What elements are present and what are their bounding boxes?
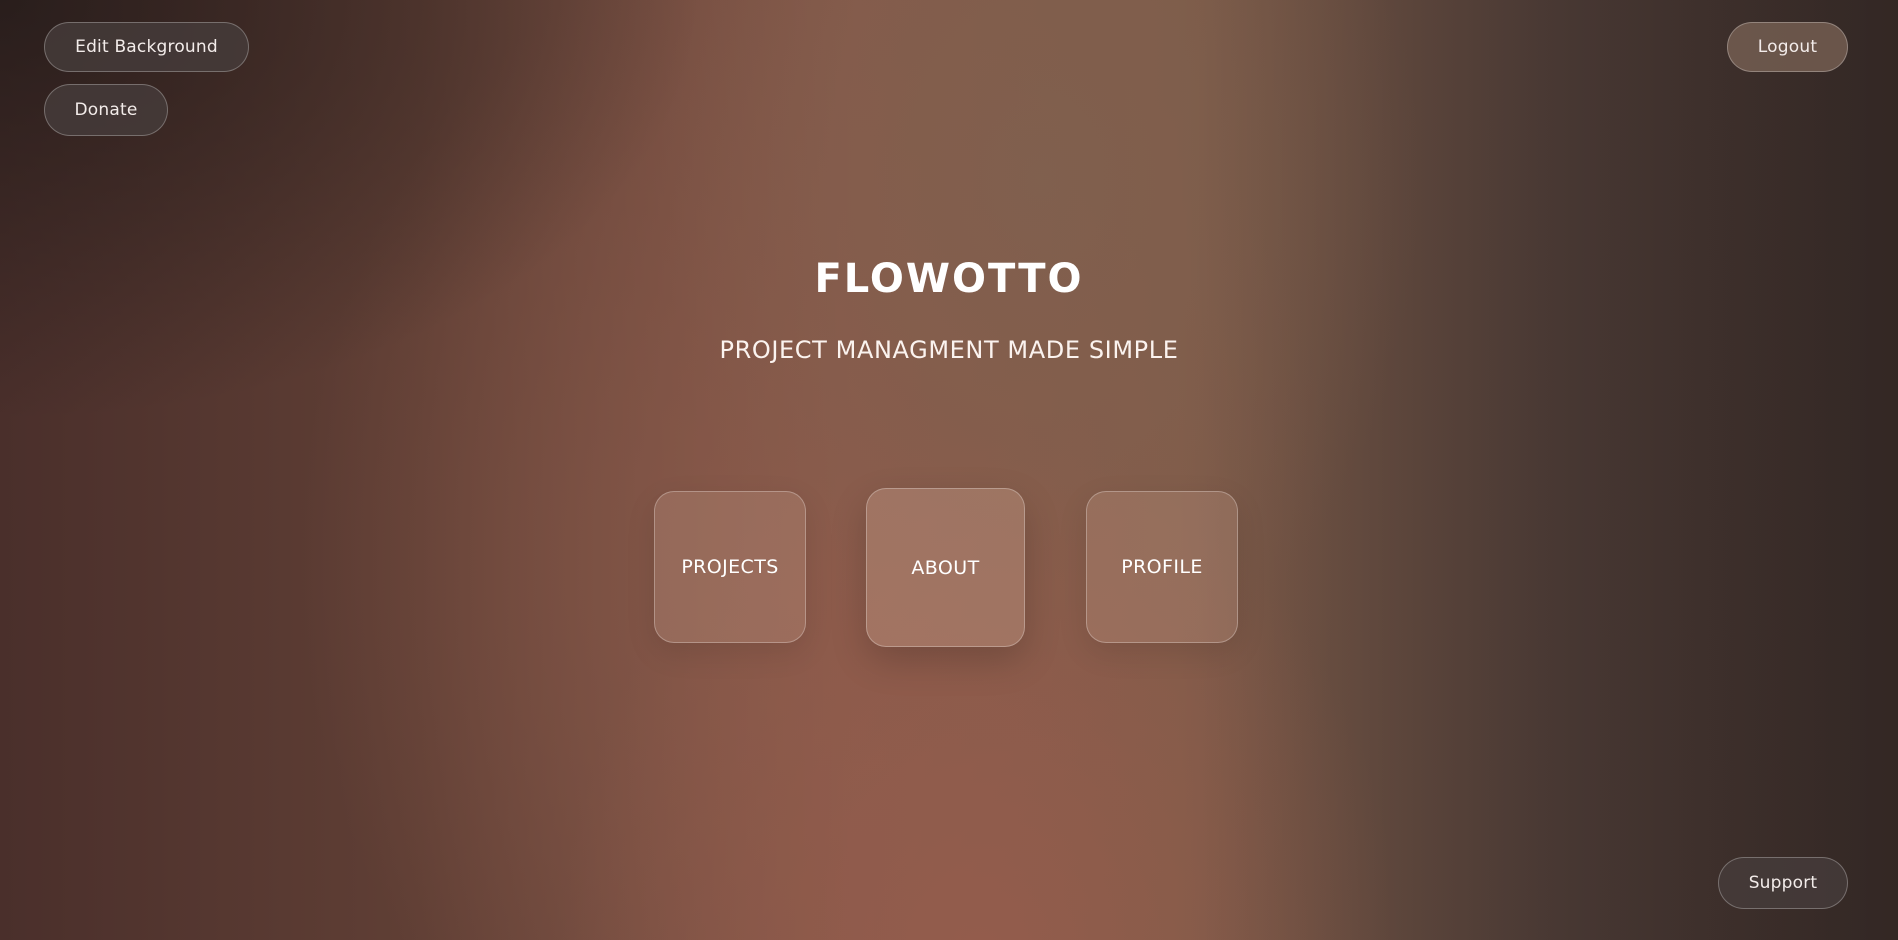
app-subtitle: PROJECT MANAGMENT MADE SIMPLE bbox=[719, 336, 1179, 364]
app-title: FLOWOTTO bbox=[814, 256, 1084, 302]
support-button[interactable]: Support bbox=[1718, 857, 1848, 909]
about-tile-label: ABOUT bbox=[911, 556, 980, 579]
profile-tile[interactable]: PROFILE bbox=[1086, 491, 1238, 643]
profile-tile-label: PROFILE bbox=[1121, 556, 1203, 578]
background-shade bbox=[0, 0, 700, 500]
background-shade-right bbox=[1198, 0, 1898, 940]
projects-tile-label: PROJECTS bbox=[681, 556, 779, 578]
donate-button[interactable]: Donate bbox=[44, 84, 168, 136]
edit-background-button[interactable]: Edit Background bbox=[44, 22, 249, 72]
logout-button[interactable]: Logout bbox=[1727, 22, 1848, 72]
about-tile[interactable]: ABOUT bbox=[866, 488, 1025, 647]
projects-tile[interactable]: PROJECTS bbox=[654, 491, 806, 643]
